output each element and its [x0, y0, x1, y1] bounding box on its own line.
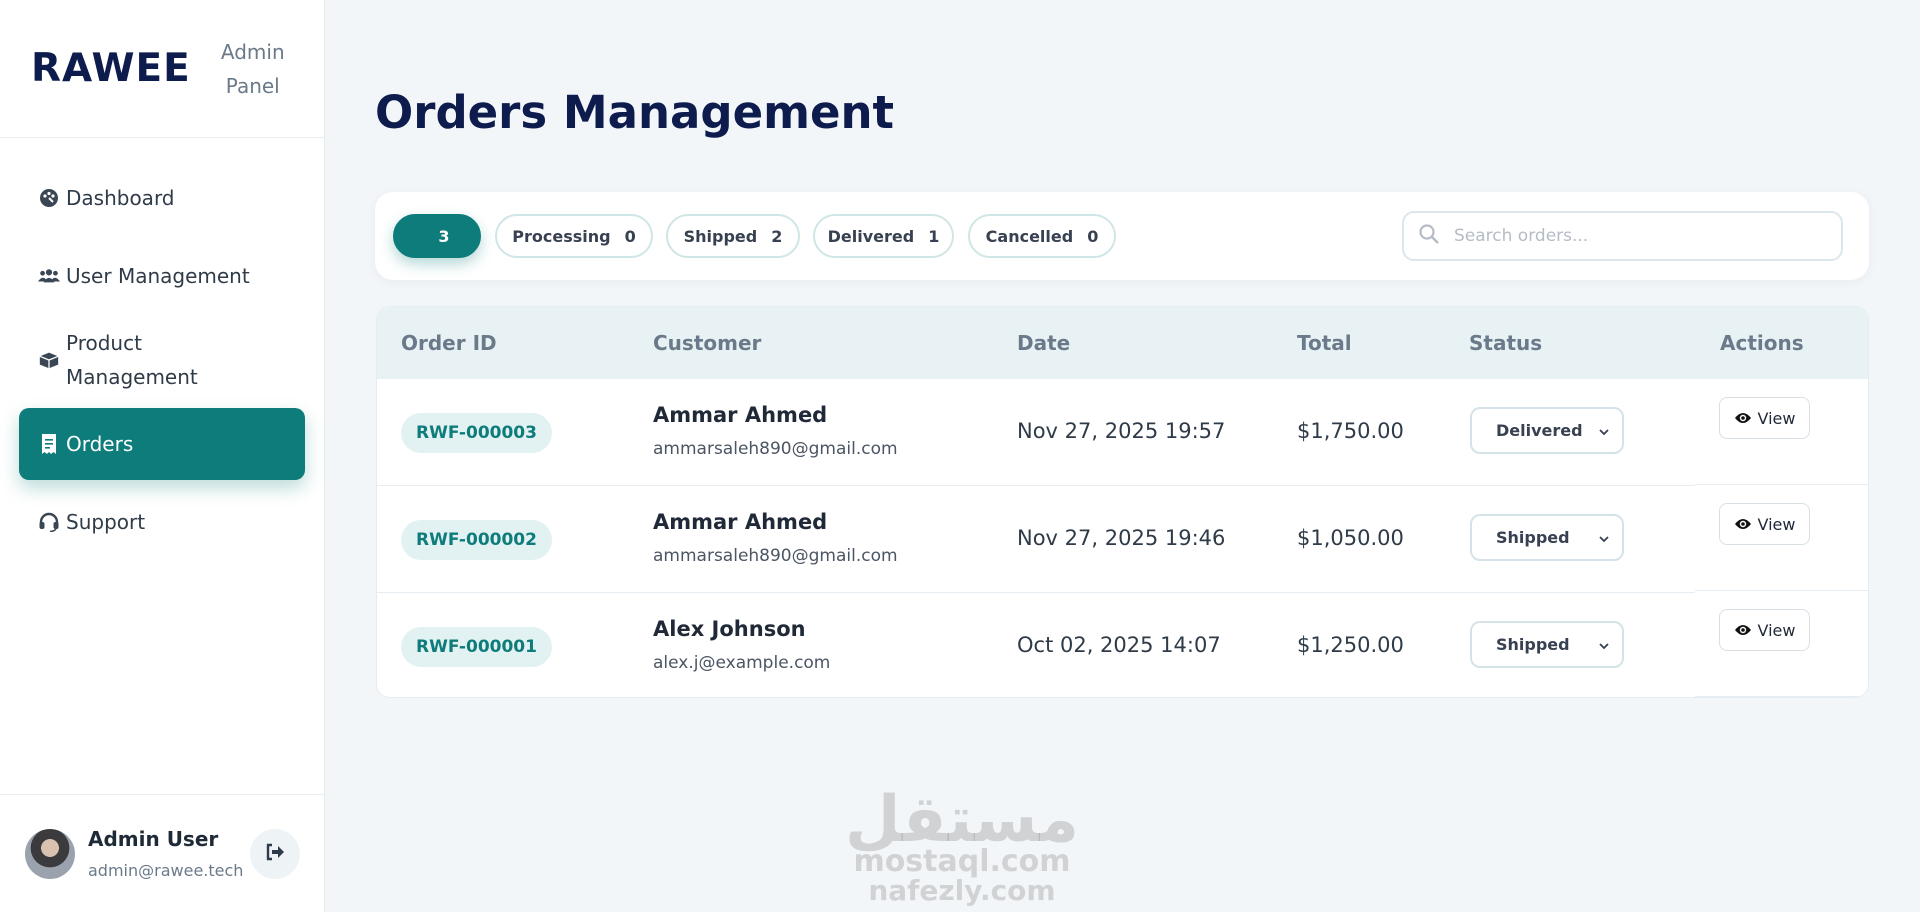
orders-table: Order ID Customer Date Total Status Acti…	[376, 306, 1869, 698]
chevron-down-icon	[1598, 530, 1610, 549]
user-email: admin@rawee.tech	[88, 861, 244, 880]
filter-bar: 3 Processing 0 Shipped 2 Delivered 1 Can…	[375, 192, 1869, 280]
search-box[interactable]	[1402, 211, 1843, 261]
header-status: Status	[1469, 331, 1543, 355]
eye-icon	[1734, 411, 1752, 425]
order-total: $1,050.00	[1297, 526, 1404, 550]
table-header: Order ID Customer Date Total Status Acti…	[377, 307, 1868, 379]
header-date: Date	[1017, 331, 1071, 355]
sidebar-nav: Dashboard User Management Product Manage…	[0, 138, 324, 558]
sidebar-item-label: Support	[66, 510, 146, 534]
customer-name: Ammar Ahmed	[653, 510, 828, 534]
table-row: RWF-000001 Alex Johnson alex.j@example.c…	[377, 593, 1695, 697]
sidebar-item-label: User Management	[66, 264, 250, 288]
order-id-badge[interactable]: RWF-000001	[401, 627, 552, 667]
sidebar-item-dashboard[interactable]: Dashboard	[19, 162, 305, 234]
status-select[interactable]: Delivered	[1470, 407, 1624, 454]
filter-count: 1	[928, 226, 940, 246]
sidebar-item-user-management[interactable]: User Management	[19, 240, 305, 312]
sidebar-item-label: Product Management	[66, 331, 198, 389]
brand: RAWEE Admin Panel	[0, 0, 324, 138]
view-order-button[interactable]: View	[1719, 503, 1810, 545]
palette-icon	[38, 187, 60, 209]
order-id-badge[interactable]: RWF-000003	[401, 413, 552, 453]
filter-label: Processing	[512, 226, 611, 246]
filter-label: Cancelled	[985, 226, 1074, 246]
view-label: View	[1757, 620, 1796, 640]
user-info: Admin User admin@rawee.tech	[88, 827, 243, 880]
status-value: Delivered	[1496, 421, 1583, 440]
header-actions: Actions	[1720, 331, 1804, 355]
filter-count: 3	[438, 226, 450, 246]
table-row: RWF-000003 Ammar Ahmed ammarsaleh890@gma…	[377, 379, 1695, 486]
customer-email: ammarsaleh890@gmail.com	[653, 439, 898, 459]
header-customer: Customer	[653, 331, 762, 355]
box-icon	[38, 349, 60, 371]
table-row: RWF-000002 Ammar Ahmed ammarsaleh890@gma…	[377, 486, 1695, 593]
filter-cancelled[interactable]: Cancelled 0	[968, 214, 1116, 258]
user-profile: Admin User admin@rawee.tech	[0, 794, 325, 912]
eye-icon	[1734, 517, 1752, 531]
search-input[interactable]	[1454, 226, 1834, 246]
filter-all[interactable]: 3	[393, 214, 481, 258]
sidebar-item-label: Dashboard	[66, 186, 175, 210]
brand-logo[interactable]: RAWEE	[31, 46, 191, 91]
customer-name: Alex Johnson	[653, 617, 806, 641]
actions-cell: View	[1695, 379, 1868, 485]
filter-label: Delivered	[827, 226, 915, 246]
headset-icon	[38, 511, 60, 533]
eye-icon	[1734, 623, 1752, 637]
view-label: View	[1757, 408, 1796, 428]
avatar[interactable]	[25, 828, 75, 879]
actions-cell: View	[1695, 591, 1868, 697]
filter-count: 2	[771, 226, 783, 246]
header-order-id: Order ID	[401, 331, 497, 355]
actions-cell: View	[1695, 485, 1868, 591]
brand-subtitle: Admin Panel	[220, 39, 285, 98]
logout-button[interactable]	[250, 829, 300, 879]
customer-name: Ammar Ahmed	[653, 403, 828, 427]
watermark-text: mostaql.com	[853, 844, 1071, 879]
sidebar-item-support[interactable]: Support	[19, 486, 305, 558]
filter-delivered[interactable]: Delivered 1	[813, 214, 954, 258]
watermark: مستقل mostaql.com nafezly.com	[842, 785, 1082, 905]
sidebar-item-product-management[interactable]: Product Management	[19, 318, 305, 402]
order-total: $1,750.00	[1297, 419, 1404, 443]
order-id-badge[interactable]: RWF-000002	[401, 520, 552, 560]
filter-processing[interactable]: Processing 0	[495, 214, 653, 258]
sidebar-item-label: Orders	[66, 432, 134, 456]
page-title: Orders Management	[375, 86, 895, 139]
order-date: Nov 27, 2025 19:57	[1017, 419, 1226, 443]
users-icon	[38, 265, 60, 287]
logout-icon	[265, 843, 285, 865]
filter-count: 0	[1087, 226, 1099, 246]
user-name: Admin User	[88, 827, 219, 851]
sidebar-item-orders[interactable]: Orders	[19, 408, 305, 480]
filter-label: Shipped	[683, 226, 758, 246]
status-value: Shipped	[1496, 528, 1570, 547]
chevron-down-icon	[1598, 423, 1610, 442]
search-icon	[1418, 223, 1440, 249]
status-select[interactable]: Shipped	[1470, 621, 1624, 668]
chevron-down-icon	[1598, 637, 1610, 656]
filter-count: 0	[624, 226, 636, 246]
sidebar: RAWEE Admin Panel Dashboard User Managem…	[0, 0, 325, 912]
customer-email: ammarsaleh890@gmail.com	[653, 546, 898, 566]
order-total: $1,250.00	[1297, 633, 1404, 657]
filter-shipped[interactable]: Shipped 2	[666, 214, 800, 258]
view-order-button[interactable]: View	[1719, 609, 1810, 651]
status-value: Shipped	[1496, 635, 1570, 654]
receipt-icon	[38, 433, 60, 455]
order-date: Nov 27, 2025 19:46	[1017, 526, 1226, 550]
customer-email: alex.j@example.com	[653, 653, 831, 673]
order-date: Oct 02, 2025 14:07	[1017, 633, 1221, 657]
watermark-text: nafezly.com	[868, 874, 1056, 907]
view-label: View	[1757, 514, 1796, 534]
view-order-button[interactable]: View	[1719, 397, 1810, 439]
status-select[interactable]: Shipped	[1470, 514, 1624, 561]
header-total: Total	[1297, 331, 1352, 355]
